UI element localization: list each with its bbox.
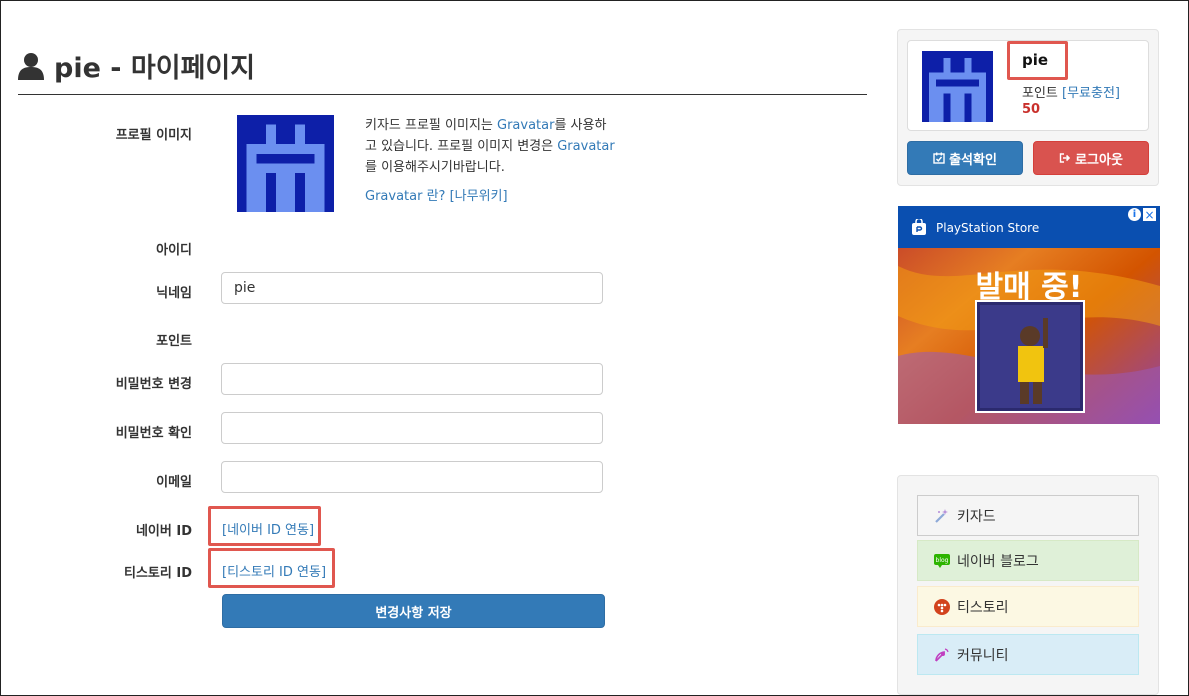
attendance-label: 출석확인	[949, 152, 997, 168]
sidebar-username: pie	[1022, 51, 1049, 69]
menu-item-naver-blog[interactable]: blog 네이버 블로그	[917, 540, 1139, 581]
menu-item-community[interactable]: 커뮤니티	[917, 634, 1139, 675]
ad-artwork	[898, 206, 1160, 424]
gravatar-link[interactable]: Gravatar	[497, 118, 554, 133]
sign-out-icon	[1059, 153, 1071, 163]
menu-item-label: 티스토리	[957, 599, 1009, 616]
free-charge-link[interactable]: [무료충전]	[1062, 86, 1120, 101]
gravatar-help-link[interactable]: Gravatar 란? [나무위키]	[365, 189, 508, 204]
save-button[interactable]: 변경사항 저장	[222, 594, 605, 628]
gravatar-link[interactable]: Gravatar	[557, 139, 614, 154]
profile-text: 키자드 프로필 이미지는	[365, 118, 497, 133]
ad-store-header: PlayStation Store	[910, 219, 1039, 237]
points-label: 포인트	[156, 334, 192, 349]
password-confirm-input[interactable]	[221, 412, 603, 444]
profile-image-description: 키자드 프로필 이미지는 Gravatar를 사용하고 있습니다. 프로필 이미…	[365, 115, 615, 207]
wand-icon	[935, 508, 948, 523]
advertisement-banner[interactable]: PlayStation Store i × 발매 중!	[898, 206, 1160, 424]
menu-item-label: 커뮤니티	[957, 647, 1009, 664]
page-title: pie - 마이페이지	[18, 46, 255, 85]
title-divider	[18, 94, 867, 95]
user-icon	[18, 52, 44, 80]
menu-item-kizad[interactable]: 키자드	[917, 495, 1139, 536]
email-label: 이메일	[156, 475, 192, 490]
naver-id-label: 네이버 ID	[135, 524, 192, 539]
playstation-store-icon	[912, 219, 926, 235]
naver-link-button[interactable]: [네이버 ID 연동]	[222, 519, 314, 538]
page-title-text: pie - 마이페이지	[54, 53, 256, 84]
ad-close-icon[interactable]: ×	[1143, 208, 1156, 222]
user-avatar	[922, 51, 993, 122]
email-input[interactable]	[221, 461, 603, 493]
ad-info-icon[interactable]: i	[1128, 208, 1141, 221]
password-change-label: 비밀번호 변경	[115, 377, 192, 392]
logout-label: 로그아웃	[1075, 152, 1123, 168]
ad-controls: i ×	[1128, 208, 1156, 222]
ad-store-name: PlayStation Store	[936, 221, 1040, 235]
tistory-icon	[934, 598, 950, 615]
nickname-input[interactable]	[221, 272, 603, 304]
id-label: 아이디	[156, 243, 192, 258]
password-confirm-label: 비밀번호 확인	[115, 426, 192, 441]
profile-image-label: 프로필 이미지	[115, 128, 192, 143]
profile-avatar	[237, 115, 334, 212]
password-change-input[interactable]	[221, 363, 603, 395]
sidebar-points-value: 50	[1022, 102, 1041, 117]
tistory-id-label: 티스토리 ID	[124, 566, 192, 581]
menu-item-label: 키자드	[957, 508, 996, 525]
nickname-label: 닉네임	[156, 286, 192, 301]
logout-button[interactable]: 로그아웃	[1033, 141, 1149, 175]
satellite-icon	[935, 647, 949, 662]
svg-text:blog: blog	[936, 557, 949, 564]
blog-icon: blog	[934, 553, 950, 568]
sidebar-points-row: 포인트 [무료충전]	[1022, 82, 1120, 101]
sidebar-points-label: 포인트	[1022, 86, 1063, 101]
attendance-button[interactable]: 출석확인	[907, 141, 1023, 175]
menu-item-tistory[interactable]: 티스토리	[917, 586, 1139, 627]
profile-text: 를 이용해주시기바랍니다.	[365, 160, 505, 175]
tistory-link-button[interactable]: [티스토리 ID 연동]	[222, 561, 326, 580]
menu-item-label: 네이버 블로그	[957, 553, 1039, 570]
calendar-check-icon	[933, 152, 945, 164]
ad-headline: 발매 중!	[975, 270, 1083, 305]
